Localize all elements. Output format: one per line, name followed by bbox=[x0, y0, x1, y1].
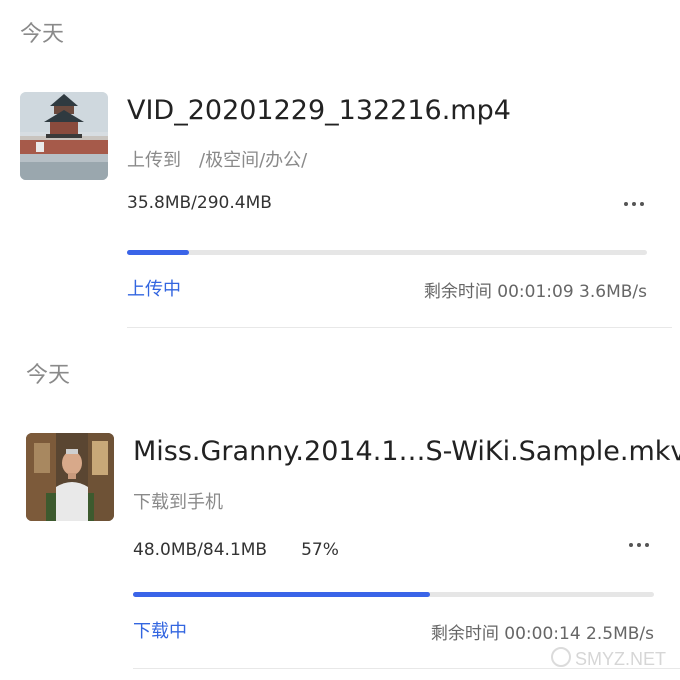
progress-bar bbox=[127, 250, 647, 255]
more-dots-icon bbox=[624, 202, 628, 206]
more-options-button[interactable] bbox=[627, 535, 655, 555]
more-options-button[interactable] bbox=[622, 194, 650, 214]
progress-bar bbox=[133, 592, 654, 597]
status-label: 上传中 bbox=[127, 279, 181, 300]
divider bbox=[127, 327, 672, 328]
destination-path: 上传到 /极空间/办公/ bbox=[127, 150, 308, 171]
watermark-logo-icon bbox=[550, 647, 571, 667]
video-thumbnail[interactable] bbox=[26, 433, 114, 521]
size-progress: 48.0MB/84.1MB 57% bbox=[133, 540, 339, 560]
watermark: SMYZ.NET bbox=[550, 647, 666, 670]
section-header-today: 今天 bbox=[26, 363, 71, 388]
remaining-time: 剩余时间 00:00:14 2.5MB/s bbox=[430, 624, 654, 644]
pavilion-photo-icon bbox=[20, 92, 108, 180]
size-progress: 35.8MB/290.4MB bbox=[127, 193, 272, 213]
progress-bar-fill bbox=[127, 250, 190, 255]
file-name: VID_20201229_132216.mp4 bbox=[127, 95, 511, 126]
video-thumbnail[interactable] bbox=[20, 92, 108, 180]
movie-still-icon bbox=[26, 433, 114, 521]
progress-bar-fill bbox=[133, 592, 430, 597]
destination-path: 下载到手机 bbox=[133, 492, 223, 513]
file-name: Miss.Granny.2014.1…S-WiKi.Sample.mkv bbox=[133, 436, 680, 467]
remaining-time: 剩余时间 00:01:09 3.6MB/s bbox=[423, 282, 647, 302]
status-label: 下载中 bbox=[133, 621, 187, 642]
section-header-today: 今天 bbox=[20, 22, 65, 47]
more-dots-icon bbox=[629, 543, 633, 547]
